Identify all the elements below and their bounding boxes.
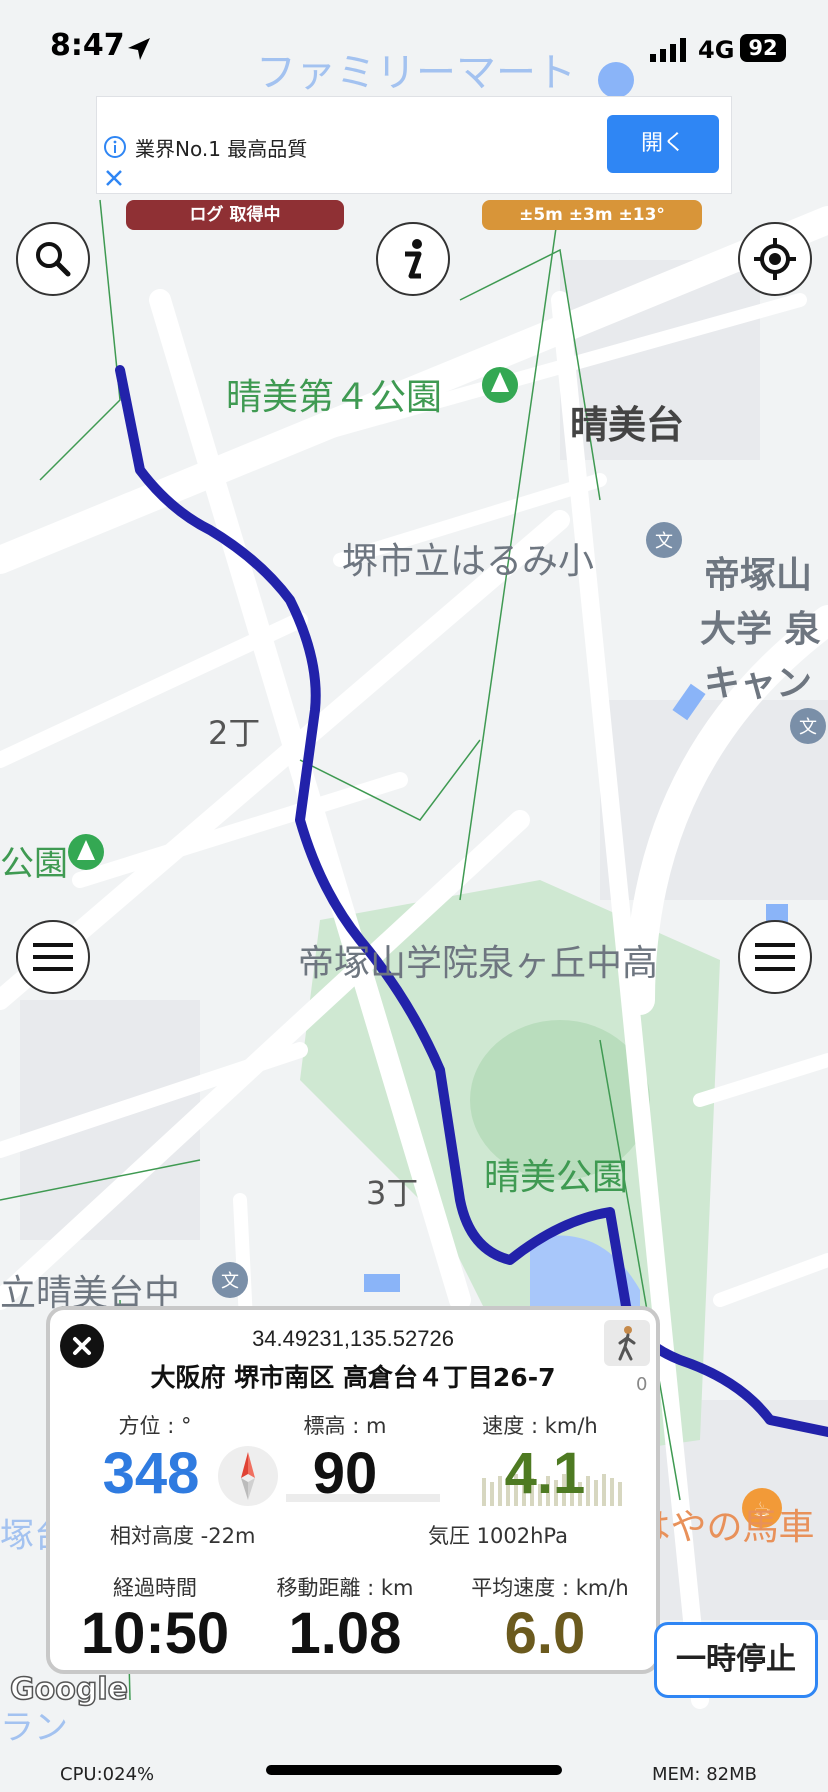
right-menu-button[interactable] <box>738 920 812 994</box>
locate-button[interactable] <box>738 222 812 296</box>
school-marker-icon: 文 <box>790 708 826 744</box>
elevation-label: 標高 : m <box>303 1414 387 1438</box>
elapsed-label: 経過時間 <box>113 1576 197 1600</box>
activity-mode-button[interactable] <box>604 1320 650 1366</box>
coordinates: 34.49231,135.52726 <box>252 1326 454 1351</box>
map-label-chome2: 2丁 <box>208 714 261 752</box>
location-arrow-icon <box>128 38 150 60</box>
elapsed-value: 10:50 <box>80 1601 230 1666</box>
avg-speed-value: 6.0 <box>504 1601 586 1666</box>
info-button[interactable] <box>376 222 450 296</box>
map-label-harumi-park: 晴美公園 <box>484 1157 629 1198</box>
ad-open-button[interactable]: 開く <box>607 115 719 173</box>
map-label-bottom: ラン <box>0 1708 68 1748</box>
pause-button[interactable]: 一時停止 <box>654 1622 818 1698</box>
map-label-univ-3: キャン <box>704 663 813 704</box>
speed-label: 速度 : km/h <box>482 1414 598 1438</box>
map-label-harumidai: 晴美台 <box>570 403 685 447</box>
info-i-icon <box>405 239 422 279</box>
hamburger-icon <box>33 943 73 971</box>
svg-text:文: 文 <box>655 531 673 552</box>
park-marker-icon <box>68 834 104 870</box>
ad-text: 業界No.1 最高品質 <box>135 137 308 161</box>
avg-speed-label: 平均速度 : km/h <box>471 1576 629 1600</box>
walking-person-icon <box>618 1326 636 1361</box>
status-bar: 8:47 4G 92 <box>0 0 828 100</box>
relative-altitude: 相対高度 -22m <box>110 1524 256 1548</box>
signal-icon <box>650 38 686 62</box>
battery-indicator: 92 <box>740 34 786 62</box>
left-menu-button[interactable] <box>16 920 90 994</box>
hamburger-icon <box>755 943 795 971</box>
svg-text:文: 文 <box>221 1271 239 1292</box>
heading-value: 348 <box>102 1441 200 1506</box>
search-icon <box>36 242 71 277</box>
close-ad-icon[interactable] <box>103 167 125 189</box>
elevation-value: 90 <box>312 1441 378 1506</box>
map-label-park4: 晴美第４公園 <box>226 377 443 418</box>
home-indicator[interactable] <box>266 1765 562 1775</box>
school-marker-icon: 文 <box>646 522 682 558</box>
step-count: 0 <box>636 1374 648 1395</box>
map-label-school: 堺市立はるみ小 <box>342 541 595 582</box>
map-label-univ-2: 大学 泉 <box>700 609 821 650</box>
map-label-univ-1: 帝塚山 <box>704 555 813 596</box>
heading-label: 方位 : ° <box>118 1414 192 1438</box>
clock: 8:47 <box>50 28 125 63</box>
search-button[interactable] <box>16 222 90 296</box>
info-panel: 34.49231,135.52726 大阪府 堺市南区 高倉台４丁目26-7 0… <box>46 1306 660 1674</box>
speed-value: 4.1 <box>504 1441 586 1506</box>
map-label-park-left: 公園 <box>0 844 68 884</box>
accuracy-badge: ±5m ±3m ±13° <box>482 200 702 230</box>
google-logo: Google <box>9 1671 128 1708</box>
park-marker-icon <box>482 367 518 403</box>
cpu-usage: CPU:024% <box>60 1764 155 1785</box>
log-status-badge: ログ 取得中 <box>126 200 344 230</box>
address: 大阪府 堺市南区 高倉台４丁目26-7 <box>150 1363 556 1392</box>
network-type: 4G <box>698 36 735 64</box>
air-pressure: 気圧 1002hPa <box>428 1524 569 1548</box>
svg-text:文: 文 <box>799 717 817 738</box>
distance-value: 1.08 <box>288 1601 402 1666</box>
ad-banner[interactable]: 業界No.1 最高品質 開く <box>96 96 732 194</box>
school-marker-icon: 文 <box>212 1262 248 1298</box>
crosshair-icon <box>754 238 796 280</box>
map-label-chome3: 3丁 <box>366 1174 419 1212</box>
info-icon[interactable] <box>103 135 127 159</box>
distance-label: 移動距離 : km <box>276 1576 414 1600</box>
memory-usage: MEM: 82MB <box>652 1764 758 1785</box>
map-label-junior-high: 帝塚山学院泉ヶ丘中高 <box>298 943 659 984</box>
